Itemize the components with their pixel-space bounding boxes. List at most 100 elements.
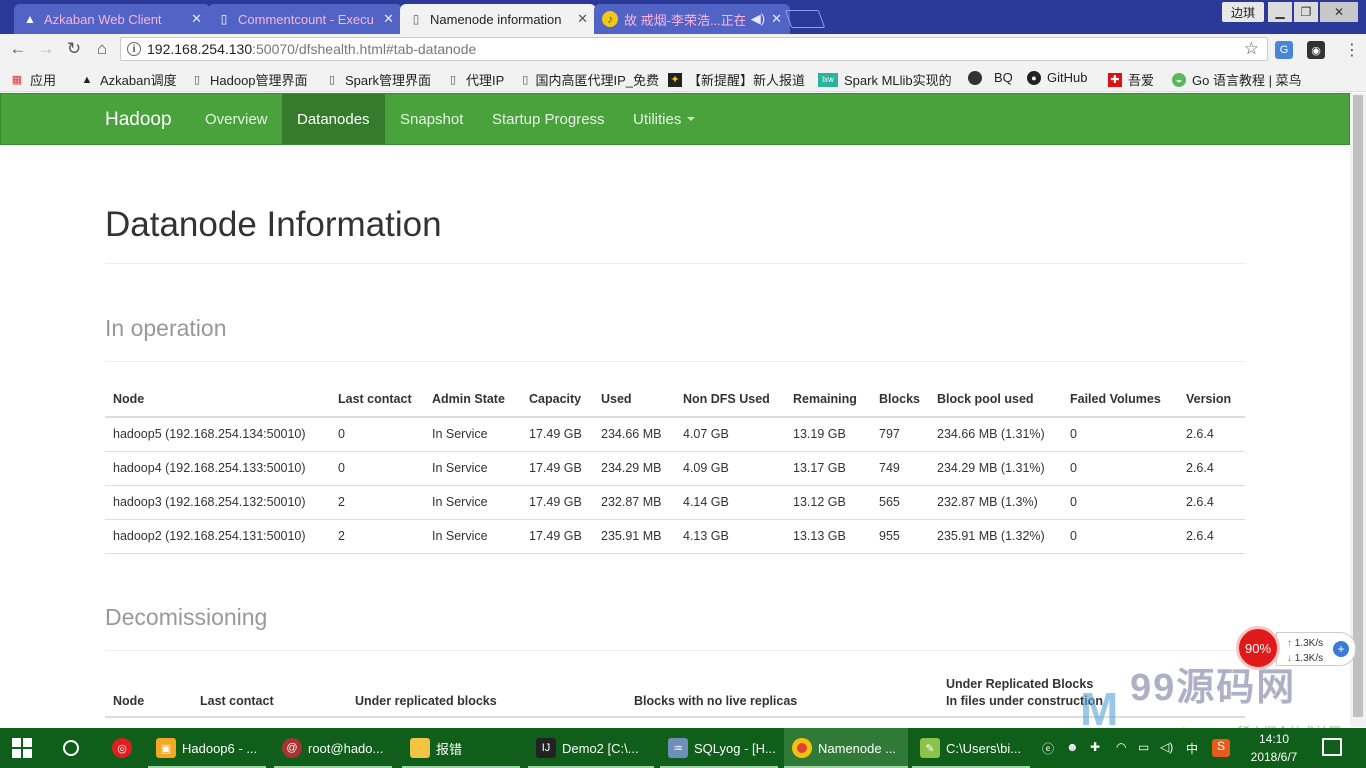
close-icon[interactable]: ✕	[771, 11, 782, 27]
ime-indicator[interactable]: 中	[1186, 740, 1198, 757]
windows-start-icon[interactable]	[12, 738, 32, 758]
volume-icon[interactable]: ◁)	[1160, 740, 1173, 754]
taskbar-item[interactable]: ♒ SQLyog - [H...	[660, 728, 778, 768]
bookmark-github[interactable]: ● GitHub	[1027, 70, 1087, 85]
tab-azkaban[interactable]: ▲ Azkaban Web Client ✕	[14, 4, 210, 34]
bookmark-label: 应用	[30, 73, 57, 88]
maximize-button[interactable]: ❐	[1294, 2, 1318, 22]
table-cell: 4.14 GB	[675, 485, 785, 520]
taskbar-item-active[interactable]: Namenode ...	[784, 728, 908, 768]
network-icon[interactable]: ▭	[1138, 740, 1149, 754]
plus-icon[interactable]: +	[1333, 641, 1349, 657]
bookmark-star-icon[interactable]: ☆	[1244, 39, 1259, 59]
close-icon[interactable]: ✕	[577, 11, 588, 27]
qq-tray-icon[interactable]: ☻	[1066, 740, 1079, 754]
tab-title: Commentcount - Execu	[238, 11, 374, 27]
system-clock[interactable]: 14:10 2018/6/7	[1244, 730, 1304, 766]
close-icon[interactable]: ✕	[191, 11, 202, 27]
nav-overview[interactable]: Overview	[190, 94, 283, 144]
bookmark-bq[interactable]: BQ	[968, 70, 1013, 85]
taskbar-netease-music[interactable]: ◎	[104, 728, 140, 768]
taskbar-item[interactable]: ✎ C:\Users\bi...	[912, 728, 1030, 768]
nav-utilities-label: Utilities	[633, 110, 682, 128]
taskbar-item[interactable]: ▣ Hadoop6 - ...	[148, 728, 266, 768]
table-cell: 235.91 MB (1.32%)	[929, 519, 1062, 554]
bookmark-52pojie[interactable]: ✚ 吾爱	[1108, 70, 1154, 89]
sogou-icon[interactable]: S	[1212, 739, 1230, 757]
close-window-button[interactable]: ✕	[1320, 2, 1358, 22]
terminal-icon: @	[282, 738, 302, 758]
bookmark-mllib[interactable]: lxw Spark MLlib实现的	[818, 70, 958, 89]
new-tab-button[interactable]	[784, 10, 826, 28]
table-cell: 232.87 MB	[593, 485, 675, 520]
tab-title: Namenode information	[430, 11, 562, 27]
security-tray-icon[interactable]: ✚	[1090, 740, 1100, 754]
profile-button[interactable]: 边琪	[1222, 2, 1264, 22]
taskbar-item-label: SQLyog - [H...	[694, 740, 776, 756]
table-cell: hadoop4 (192.168.254.133:50010)	[105, 451, 330, 486]
table-cell: In Service	[424, 519, 521, 554]
bookmark-spark[interactable]: ▯ Spark管理界面	[325, 70, 431, 89]
forward-icon[interactable]: →	[36, 39, 56, 59]
table-cell: 0	[330, 417, 424, 452]
scrollbar-thumb[interactable]	[1353, 95, 1363, 717]
bookmark-forum[interactable]: ✦ 【新提醒】新人报道	[668, 70, 806, 89]
table-row: hadoop5 (192.168.254.134:50010) 0 In Servi…	[105, 417, 1245, 452]
speaker-icon[interactable]: ◀)	[751, 11, 765, 27]
nav-snapshot[interactable]: Snapshot	[385, 94, 478, 144]
nav-datanodes[interactable]: Datanodes	[282, 94, 385, 144]
table-cell: 13.13 GB	[785, 519, 871, 554]
network-speed-widget[interactable]: ↑ 1.3K/s ↓ 1.3K/s + 90%	[1236, 626, 1358, 670]
table-cell: In Service	[424, 485, 521, 520]
table-cell: 17.49 GB	[521, 417, 593, 452]
decommissioning-table: Node Last contact Under replicated blocks B…	[105, 673, 1245, 718]
taskbar-item[interactable]: IJ Demo2 [C:\...	[528, 728, 654, 768]
caret-down-icon	[687, 117, 696, 121]
azkaban-icon: ▲	[81, 73, 93, 86]
minimize-button[interactable]: ▁	[1268, 2, 1292, 22]
lxw-icon: lxw	[818, 72, 838, 87]
bookmark-label: BQ	[994, 70, 1013, 85]
nav-utilities[interactable]: Utilities	[618, 94, 710, 144]
page-icon: ▯	[412, 12, 420, 26]
bookmarks-bar: ▦ 应用 ▲ Azkaban调度 ▯ Hadoop管理界面 ▯ Spark管理界…	[0, 64, 1366, 92]
tab-namenode[interactable]: ▯ Namenode information ✕	[400, 4, 596, 34]
ie-tray-icon[interactable]: ⓔ	[1042, 740, 1054, 757]
vmware-icon: ▣	[156, 738, 176, 758]
tab-music[interactable]: ♪ 故 戒烟-李荣浩...正在 ◀) ✕	[594, 4, 790, 34]
menu-icon[interactable]: ⋮	[1344, 40, 1360, 60]
bookmark-runoob[interactable]: ◒ Go 语言教程 | 菜鸟	[1172, 70, 1314, 89]
taskbar-item[interactable]: 报错	[402, 728, 520, 768]
back-icon[interactable]: ←	[8, 39, 28, 59]
bookmark-apps[interactable]: ▦ 应用	[10, 70, 56, 89]
bird-icon: ✦	[668, 72, 682, 87]
brand[interactable]: Hadoop	[105, 109, 172, 131]
info-icon[interactable]: i	[127, 42, 141, 56]
memory-percent-badge[interactable]: 90%	[1236, 626, 1280, 670]
bookmark-hadoop[interactable]: ▯ Hadoop管理界面	[190, 70, 308, 89]
nav-startup-progress[interactable]: Startup Progress	[477, 94, 620, 144]
tab-title: 故 戒烟-李荣浩...正在	[624, 12, 745, 28]
bookmark-proxy-free[interactable]: ▯ 国内高匿代理IP_免费	[521, 70, 659, 89]
column-header: Block pool used	[929, 381, 1062, 418]
notification-center-icon[interactable]	[1322, 738, 1342, 756]
tab-title: Azkaban Web Client	[44, 11, 162, 27]
taskbar-item[interactable]: @ root@hado...	[274, 728, 392, 768]
reload-icon[interactable]: ↻	[64, 39, 84, 59]
home-icon[interactable]: ⌂	[92, 39, 112, 59]
chrome-icon	[792, 738, 812, 758]
wifi-icon[interactable]: ◠	[1116, 740, 1126, 754]
bookmark-azkaban[interactable]: ▲ Azkaban调度	[80, 70, 177, 89]
close-icon[interactable]: ✕	[383, 11, 394, 27]
tab-commentcount[interactable]: ▯ Commentcount - Execu ✕	[208, 4, 402, 34]
search-circle-icon[interactable]	[63, 740, 79, 756]
column-header: Remaining	[785, 381, 871, 418]
address-bar[interactable]: i 192.168.254.130 :50070/dfshealth.html#…	[120, 37, 1268, 61]
table-cell: 17.49 GB	[521, 519, 593, 554]
translate-icon[interactable]: G	[1275, 41, 1293, 59]
wuai-icon: ✚	[1108, 72, 1122, 87]
extension-icon[interactable]: ◉	[1307, 41, 1325, 59]
bookmark-proxy[interactable]: ▯ 代理IP	[446, 70, 504, 89]
netease-music-icon: ◎	[112, 738, 132, 758]
table-cell: 235.91 MB	[593, 519, 675, 554]
